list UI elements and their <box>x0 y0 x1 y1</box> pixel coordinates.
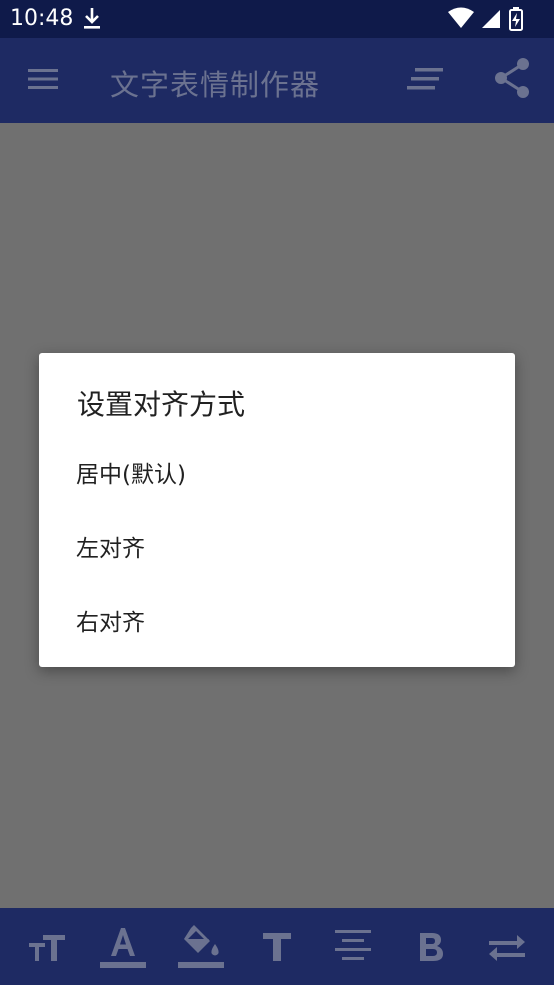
option-label: 右对齐 <box>76 610 145 636</box>
option-center[interactable]: 居中(默认) <box>39 436 515 508</box>
alignment-dialog: 设置对齐方式 居中(默认) 左对齐 右对齐 <box>39 353 515 667</box>
status-time: 10:48 <box>10 6 74 31</box>
battery-charging-icon <box>509 7 523 31</box>
text-align-icon <box>405 66 445 96</box>
option-label: 居中(默认) <box>76 462 186 488</box>
app-title: 文字表情制作器 <box>110 68 321 102</box>
wifi-icon <box>448 7 474 28</box>
text-size-button[interactable] <box>16 916 78 978</box>
swap-icon <box>487 931 527 963</box>
text-align-button[interactable] <box>398 58 452 104</box>
fill-color-button[interactable] <box>170 916 232 978</box>
bottom-toolbar <box>0 908 554 985</box>
app-bar: 文字表情制作器 <box>0 38 554 123</box>
status-bar: 10:48 <box>0 0 554 38</box>
text-size-icon <box>27 931 67 963</box>
align-center-button[interactable] <box>322 916 384 978</box>
swap-button[interactable] <box>476 916 538 978</box>
text-color-button[interactable] <box>92 916 154 978</box>
share-icon <box>492 56 532 104</box>
bold-icon <box>417 931 445 963</box>
menu-button[interactable] <box>16 58 70 104</box>
fill-color-icon <box>177 924 225 970</box>
font-icon <box>261 931 293 963</box>
status-icons <box>446 6 546 32</box>
option-left[interactable]: 左对齐 <box>39 510 515 582</box>
font-button[interactable] <box>246 916 308 978</box>
dialog-title: 设置对齐方式 <box>77 388 246 421</box>
share-button[interactable] <box>484 54 540 106</box>
signal-icon <box>482 10 500 28</box>
bold-button[interactable] <box>400 916 462 978</box>
menu-icon <box>27 67 59 95</box>
text-color-icon <box>99 924 147 970</box>
option-right[interactable]: 右对齐 <box>39 584 515 656</box>
align-center-icon <box>334 929 372 965</box>
option-label: 左对齐 <box>76 536 145 562</box>
download-icon <box>82 6 102 32</box>
